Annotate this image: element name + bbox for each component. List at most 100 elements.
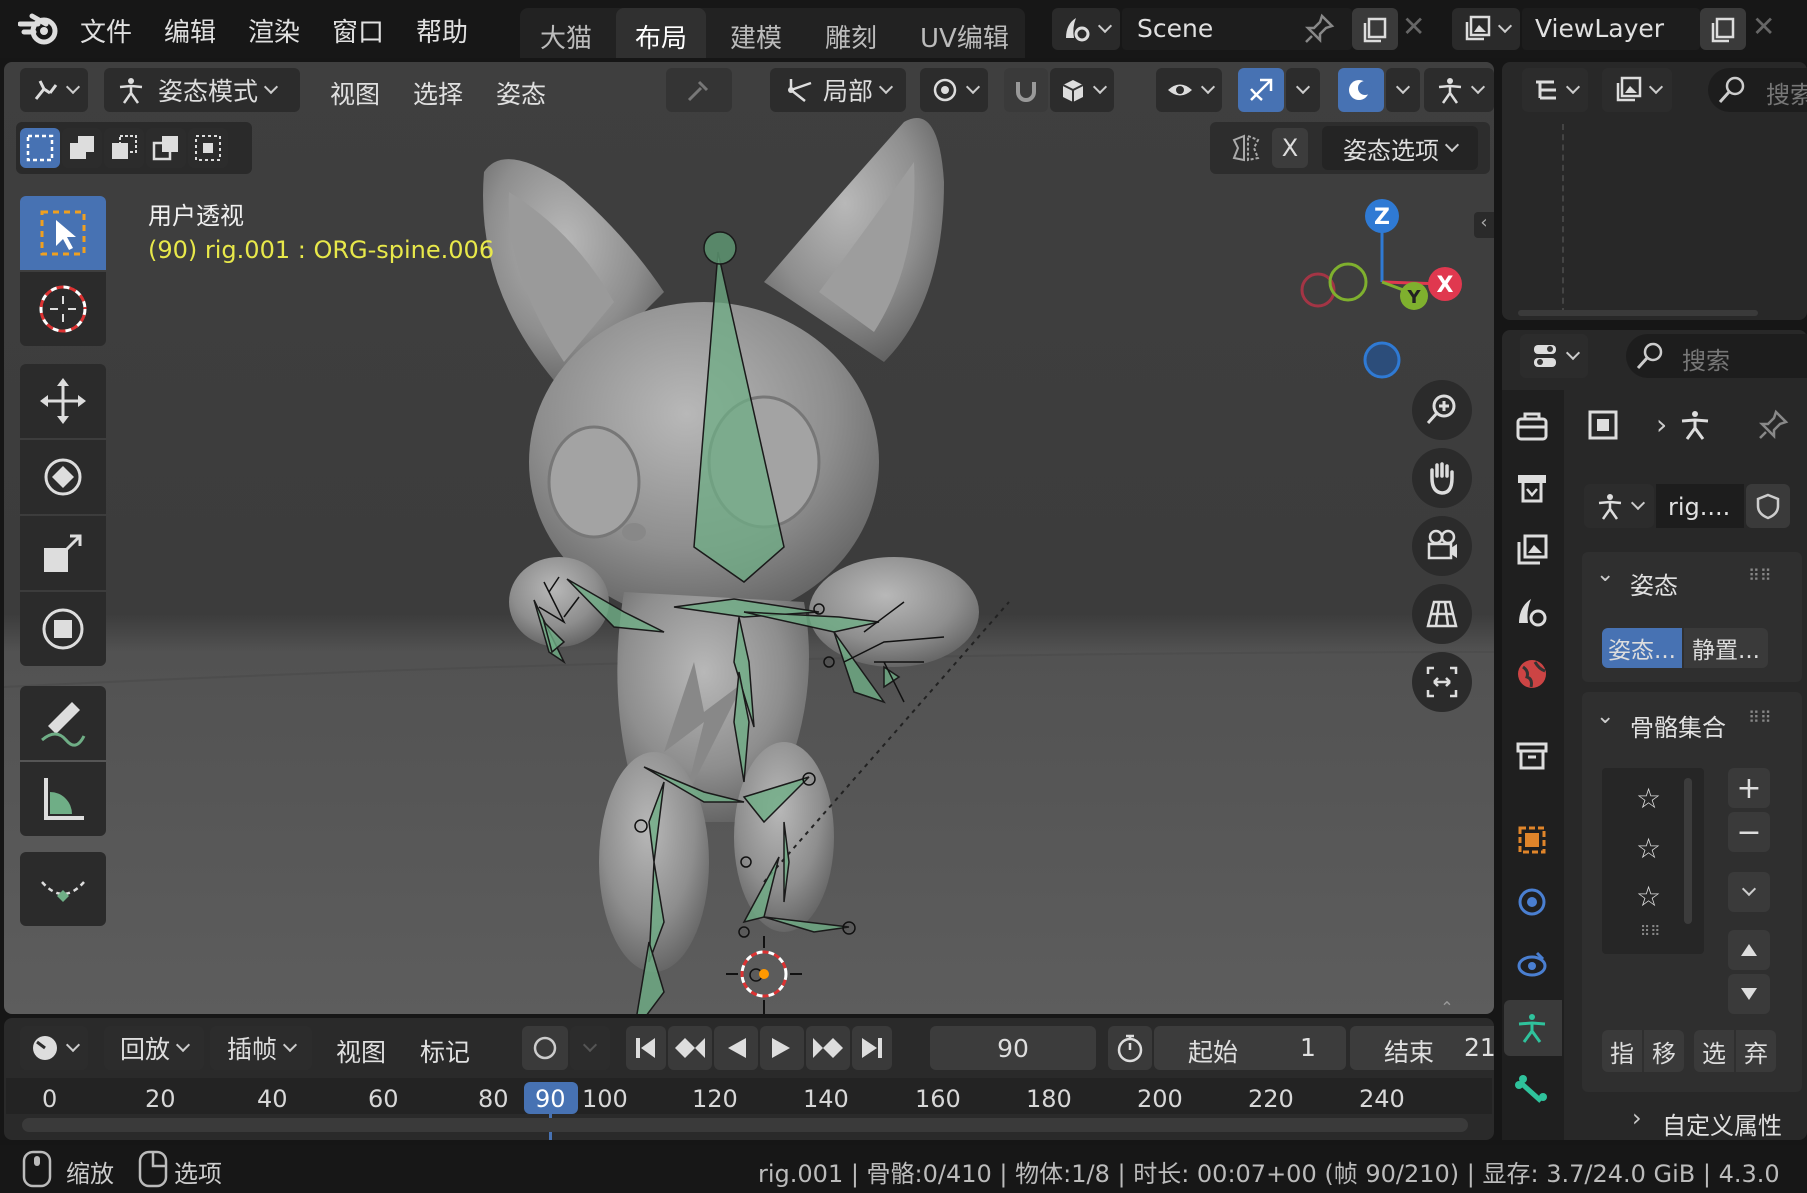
menu-help[interactable]: 帮助 (416, 12, 468, 49)
visibility-selector[interactable] (1156, 68, 1222, 112)
frame-selected-button[interactable] (1412, 652, 1472, 712)
outliner-display-mode[interactable] (1522, 68, 1588, 112)
remove-button[interactable]: 移 (1644, 1030, 1684, 1072)
camera-view-button[interactable] (1412, 516, 1472, 576)
tab-render[interactable] (1506, 462, 1558, 514)
properties-editor-type[interactable] (1520, 334, 1588, 378)
tool-relax[interactable] (20, 852, 106, 926)
new-scene-button[interactable] (1352, 8, 1398, 50)
tab-object[interactable] (1506, 814, 1558, 866)
collection-specials-button[interactable] (1728, 872, 1770, 912)
gizmo-dropdown[interactable] (1286, 68, 1320, 112)
menu-render[interactable]: 渲染 (248, 12, 300, 49)
tab-modeling[interactable]: 建模 (730, 18, 782, 55)
timeline-marker-menu[interactable]: 标记 (420, 1033, 470, 1069)
orientation-selector[interactable]: 局部 (770, 68, 906, 112)
custom-properties-title[interactable]: 自定义属性 (1662, 1106, 1782, 1141)
tool-rotate[interactable] (20, 440, 106, 514)
current-frame-field[interactable]: 90 (930, 1026, 1096, 1070)
object-data-icon[interactable] (1586, 408, 1620, 442)
tab-view-layer[interactable] (1506, 524, 1558, 576)
auto-key-dropdown[interactable] (570, 1026, 610, 1070)
tool-select-box[interactable] (20, 196, 106, 270)
play-button[interactable] (760, 1026, 804, 1070)
viewlayer-selector-button[interactable] (1452, 8, 1520, 50)
remove-collection-button[interactable]: − (1728, 812, 1770, 852)
add-collection-button[interactable]: + (1728, 768, 1770, 808)
outliner-filter[interactable] (1602, 68, 1672, 112)
list-scrollbar[interactable] (1684, 778, 1692, 924)
menu-window[interactable]: 窗口 (332, 12, 384, 49)
pose-panel-title[interactable]: 姿态 (1630, 566, 1678, 601)
tool-move[interactable] (20, 364, 106, 438)
pose-position-button[interactable]: 姿态... (1602, 628, 1682, 668)
mirror-x-toggle[interactable]: X (1272, 128, 1308, 168)
move-down-button[interactable] (1728, 974, 1770, 1014)
tab-constraints[interactable] (1506, 938, 1558, 990)
pin-icon[interactable] (1302, 12, 1336, 46)
scene-selector-button[interactable] (1052, 8, 1120, 50)
list-resize-handle-icon[interactable]: ⠿⠿ (1640, 924, 1661, 940)
move-up-button[interactable] (1728, 930, 1770, 970)
pose-options-dropdown[interactable]: 姿态选项 (1322, 126, 1478, 170)
drag-handle-icon[interactable]: ⠿⠿ (1748, 566, 1771, 585)
custom-props-expand-icon[interactable]: › (1632, 1104, 1642, 1132)
star-icon[interactable]: ☆ (1636, 880, 1661, 913)
outliner-scrollbar[interactable] (1518, 310, 1758, 316)
jump-end-button[interactable] (852, 1026, 892, 1070)
close-scene-icon[interactable]: ✕ (1402, 10, 1425, 43)
timeline-scrollbar[interactable] (22, 1118, 1468, 1132)
armature-datablock-selector[interactable] (1584, 484, 1654, 528)
auto-key-toggle[interactable] (522, 1026, 568, 1070)
tab-uv-editing[interactable]: UV编辑 (920, 18, 1009, 55)
armature-data-icon[interactable] (1678, 408, 1712, 442)
pose-panel-expand-icon[interactable]: ⌄ (1596, 562, 1614, 587)
perspective-toggle-button[interactable] (1412, 584, 1472, 644)
select-button[interactable]: 选 (1694, 1030, 1734, 1072)
menu-pose[interactable]: 姿态 (496, 75, 546, 111)
drag-handle-icon[interactable]: ⠿⠿ (1748, 708, 1771, 727)
select-invert-button[interactable] (146, 128, 186, 168)
tool-measure[interactable] (20, 762, 106, 836)
fake-user-button[interactable] (1746, 484, 1790, 528)
pin-icon[interactable] (1756, 408, 1790, 442)
collapse-arrow-icon[interactable]: ⌃ (1432, 998, 1462, 1017)
tab-bone[interactable] (1506, 1064, 1558, 1116)
tool-transform[interactable] (20, 592, 106, 666)
sidebar-toggle[interactable]: ‹ (1474, 212, 1494, 238)
menu-edit[interactable]: 编辑 (164, 12, 216, 49)
timeline-editor-type[interactable] (20, 1026, 88, 1070)
star-icon[interactable]: ☆ (1636, 832, 1661, 865)
tool-scale[interactable] (20, 516, 106, 590)
select-subtract-button[interactable] (104, 128, 144, 168)
jump-start-button[interactable] (626, 1026, 666, 1070)
prev-keyframe-button[interactable] (668, 1026, 712, 1070)
eyedropper-button[interactable] (666, 68, 732, 112)
deselect-button[interactable]: 弃 (1736, 1030, 1776, 1072)
menu-view[interactable]: 视图 (330, 75, 380, 111)
start-frame-field[interactable] (1154, 1026, 1346, 1070)
assign-button[interactable]: 指 (1602, 1030, 1642, 1072)
tab-damao[interactable]: 大猫 (540, 18, 592, 55)
tab-armature[interactable] (1506, 1002, 1558, 1054)
bone-collections-expand-icon[interactable]: ⌄ (1596, 704, 1614, 729)
select-intersect-button[interactable] (188, 128, 228, 168)
tab-modifiers[interactable] (1506, 876, 1558, 928)
mirror-icon[interactable] (1228, 130, 1264, 166)
timeline-view-menu[interactable]: 视图 (336, 1033, 386, 1069)
tab-layout[interactable]: 布局 (635, 18, 687, 55)
menu-file[interactable]: 文件 (80, 12, 132, 49)
snap-target[interactable] (1050, 68, 1114, 112)
menu-select[interactable]: 选择 (413, 75, 463, 111)
gizmo-toggle[interactable] (1238, 68, 1284, 112)
tab-collection[interactable] (1506, 730, 1558, 782)
playback-menu[interactable]: 回放 (104, 1026, 204, 1070)
preview-range-toggle[interactable] (1108, 1026, 1152, 1070)
play-reverse-button[interactable] (714, 1026, 758, 1070)
tab-world[interactable] (1506, 648, 1558, 700)
pan-button[interactable] (1412, 448, 1472, 508)
keying-menu[interactable]: 插帧 (210, 1026, 312, 1070)
blender-logo-icon[interactable] (17, 10, 62, 48)
rest-position-button[interactable]: 静置... (1684, 628, 1768, 668)
bone-overlay-button[interactable] (1424, 68, 1494, 112)
